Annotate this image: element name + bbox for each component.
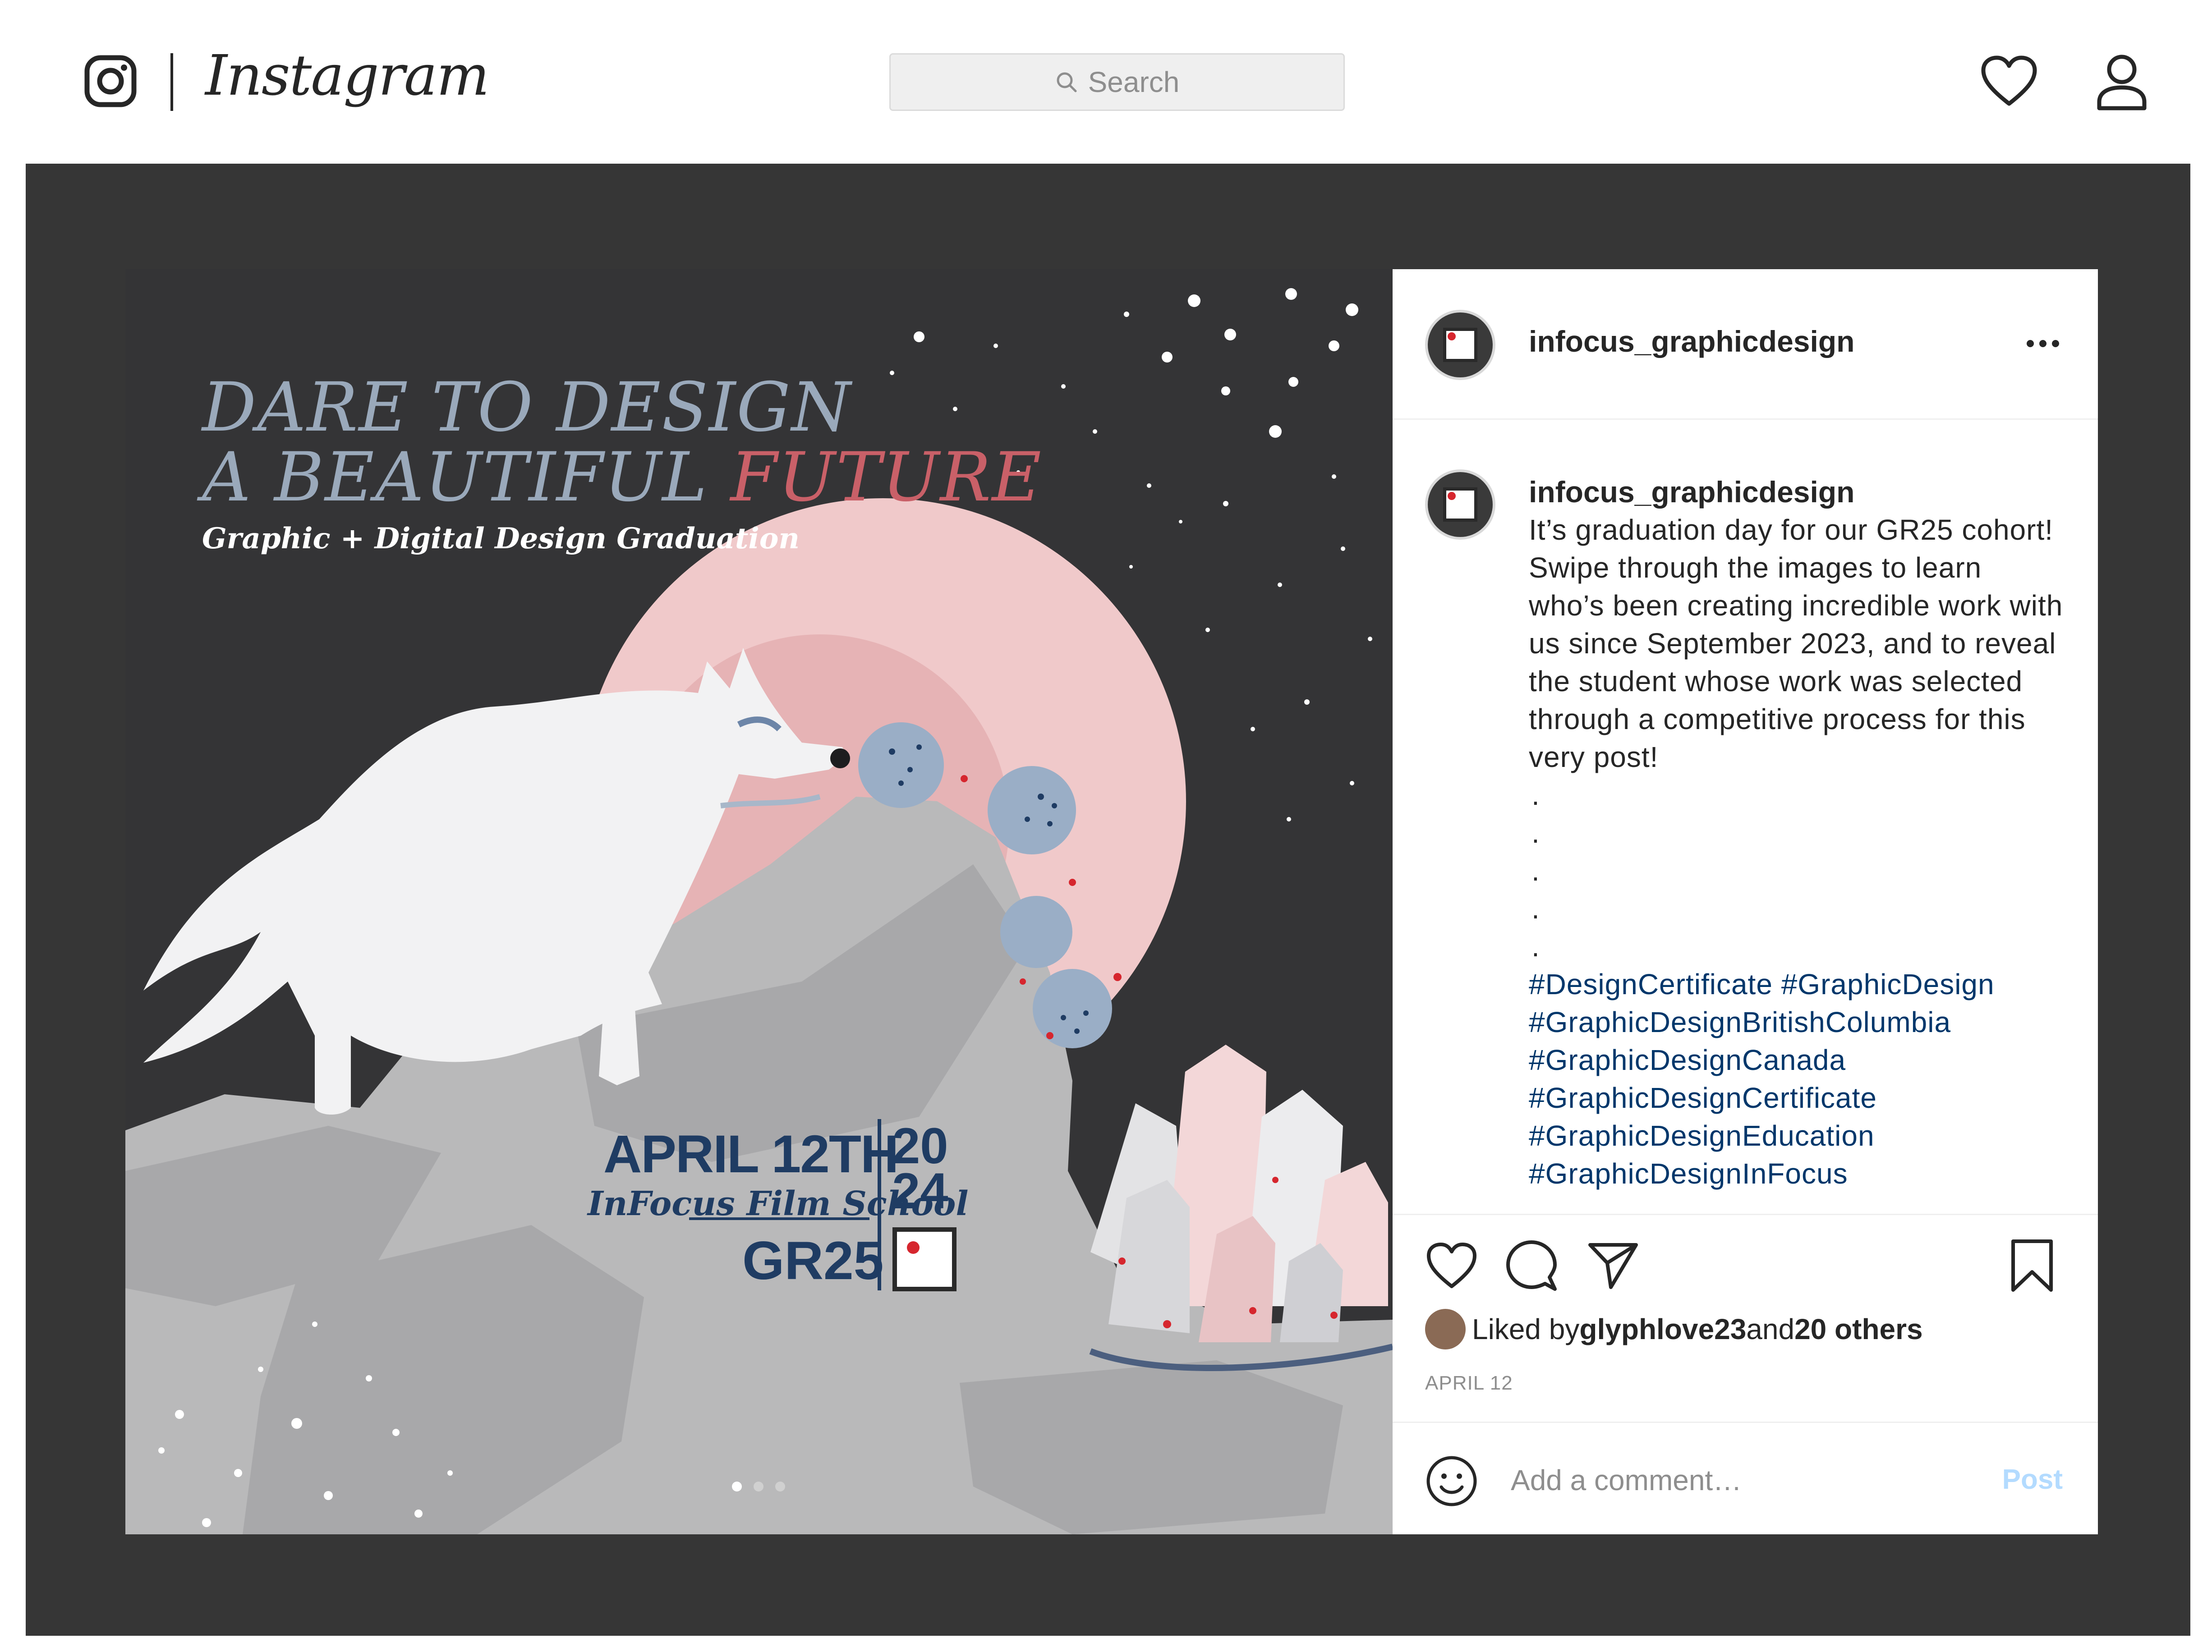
comment-input[interactable]: Add a comment…	[1511, 1464, 1742, 1497]
likes-middle: and	[1746, 1313, 1795, 1345]
hashtag-link[interactable]: #GraphicDesignCertificate	[1529, 1082, 1877, 1114]
poster-year-bottom: 24	[892, 1163, 948, 1219]
post-caption: infocus_graphicdesign It’s graduation da…	[1393, 420, 2098, 1190]
save-icon[interactable]	[2010, 1239, 2055, 1293]
search-input[interactable]: Search	[889, 53, 1345, 111]
poster-headline-line1: DARE TO DESIGN	[202, 368, 852, 447]
caption-hashtags: #DesignCertificate #GraphicDesign #Graph…	[1529, 965, 2065, 1193]
top-navigation-bar: Instagram Search	[0, 0, 2212, 164]
poster-headline-line2-part1: A BEAUTIFUL	[202, 438, 731, 517]
poster-headline-accent: FUTURE	[730, 438, 1042, 517]
post-username[interactable]: infocus_graphicdesign	[1529, 324, 1854, 358]
poster-date: APRIL 12TH	[603, 1124, 899, 1184]
post-side-panel: infocus_graphicdesign infocus_graphicdes…	[1393, 269, 2098, 1534]
post-actions: Liked by glyphlove23 and 20 others APRIL…	[1393, 1214, 2098, 1534]
heart-icon[interactable]	[1980, 54, 2038, 108]
likes-prefix: Liked by	[1472, 1313, 1580, 1345]
more-icon[interactable]	[2025, 337, 2061, 350]
carousel-dot-active[interactable]	[732, 1482, 742, 1491]
likes-user-link[interactable]: glyphlove23	[1579, 1312, 1746, 1346]
search-icon	[1057, 72, 1077, 92]
caption-username[interactable]: infocus_graphicdesign	[1529, 475, 1854, 509]
carousel-dot[interactable]	[754, 1482, 763, 1491]
comment-bar: Add a comment… Post	[1393, 1422, 2098, 1536]
hashtag-link[interactable]: #DesignCertificate	[1529, 968, 1773, 1000]
instagram-wordmark[interactable]: Instagram	[205, 43, 489, 108]
post-image[interactable]: DARE TO DESIGN A BEAUTIFUL FUTURE Graphi…	[125, 269, 1393, 1534]
emoji-icon[interactable]	[1425, 1455, 1478, 1508]
share-icon[interactable]	[1587, 1240, 1640, 1291]
avatar[interactable]	[1425, 310, 1495, 380]
post-comment-button[interactable]: Post	[2002, 1464, 2063, 1496]
brand-divider	[170, 53, 173, 111]
search-placeholder: Search	[1088, 66, 1180, 98]
like-icon[interactable]	[1425, 1241, 1478, 1290]
hashtag-link[interactable]: #GraphicDesignInFocus	[1529, 1157, 1848, 1190]
likes-summary: Liked by glyphlove23 and 20 others	[1425, 1309, 1923, 1349]
hashtag-link[interactable]: #GraphicDesignCanada	[1529, 1044, 1846, 1076]
caption-text: It’s graduation day for our GR25 cohort!…	[1529, 514, 2063, 773]
carousel-dot[interactable]	[775, 1482, 785, 1491]
hashtag-link[interactable]: #GraphicDesignEducation	[1529, 1120, 1875, 1152]
likes-others-link[interactable]: 20 others	[1794, 1312, 1923, 1346]
caption-dots: . . . . .	[1531, 779, 1540, 963]
caption-body: It’s graduation day for our GR25 cohort!…	[1529, 511, 2065, 1193]
poster-headline-line2: A BEAUTIFUL FUTURE	[202, 438, 1042, 517]
hashtag-link[interactable]: #GraphicDesignBritishColumbia	[1529, 1006, 1951, 1038]
comment-icon[interactable]	[1505, 1239, 1558, 1292]
poster-subtitle: Graphic + Digital Design Graduation	[202, 522, 800, 555]
user-icon[interactable]	[2095, 53, 2149, 111]
poster-cohort: GR25	[742, 1230, 884, 1291]
hashtag-link[interactable]: #GraphicDesign	[1781, 968, 1995, 1000]
caption-avatar[interactable]	[1425, 469, 1495, 540]
post-date[interactable]: APRIL 12	[1425, 1372, 1513, 1395]
post-header: infocus_graphicdesign	[1393, 269, 2098, 420]
instagram-icon[interactable]	[83, 54, 138, 108]
liker-avatar[interactable]	[1425, 1309, 1466, 1349]
